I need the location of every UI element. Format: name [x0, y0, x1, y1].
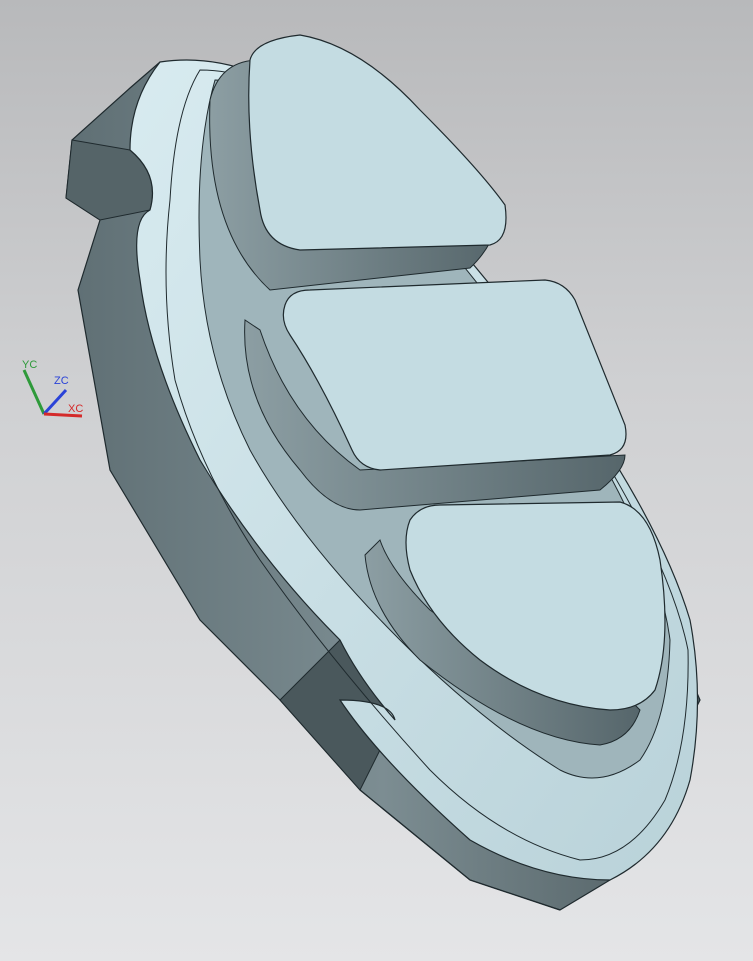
coordinate-triad: YC ZC XC [22, 359, 83, 418]
z-axis-line [42, 388, 68, 416]
graphics-viewport[interactable]: YC ZC XC [0, 0, 753, 961]
x-axis-label: XC [68, 403, 83, 415]
part-model[interactable] [0, 0, 753, 961]
y-axis-line [22, 369, 46, 415]
z-axis-label: ZC [54, 375, 69, 387]
top-pad-face [248, 34, 507, 251]
y-axis-label: YC [22, 359, 37, 371]
